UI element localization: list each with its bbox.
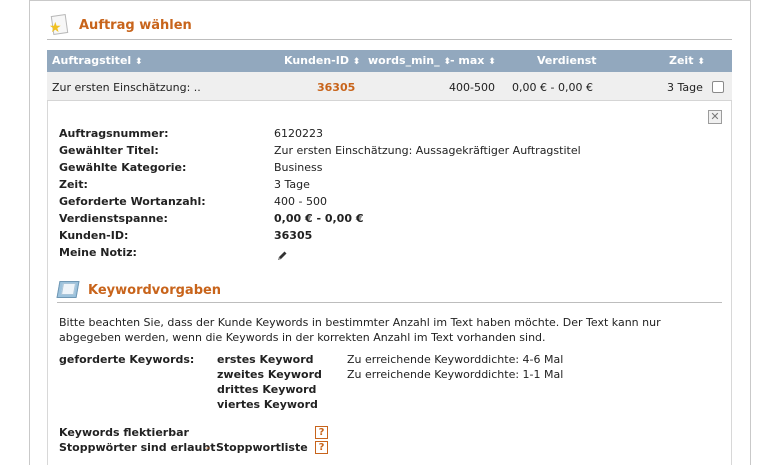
category-label: Gewählte Kategorie: xyxy=(59,161,187,174)
customer-id-link[interactable]: 36305 xyxy=(274,229,312,242)
col-words-max-header[interactable]: - max ⬍ xyxy=(450,54,496,67)
row-words: 400-500 xyxy=(449,81,495,94)
sort-icon: ⬍ xyxy=(488,57,496,67)
sort-icon: ⬍ xyxy=(352,57,361,67)
customer-id-label: Kunden-ID: xyxy=(59,229,129,242)
section-task-title: Auftrag wählen xyxy=(79,17,192,33)
stopword-list-link[interactable]: Stoppwortliste xyxy=(216,441,308,454)
chosen-title-value: Zur ersten Einschätzung: Aussagekräftige… xyxy=(274,144,581,157)
sort-icon: ⬍ xyxy=(697,57,705,67)
row-select-checkbox[interactable] xyxy=(712,81,724,93)
task-icon: ★ xyxy=(49,13,71,37)
keyword-item: viertes Keyword xyxy=(217,398,318,411)
earnings-label: Verdienstspanne: xyxy=(59,212,168,225)
inflectable-label: Keywords flektierbar xyxy=(59,426,189,439)
row-title: Zur ersten Einschätzung: .. xyxy=(52,81,201,94)
col-words-min-header[interactable]: words_min_ ⬍ xyxy=(368,54,451,67)
chosen-title-label: Gewählter Titel: xyxy=(59,144,159,157)
category-value: Business xyxy=(274,161,323,174)
order-number-label: Auftragsnummer: xyxy=(59,127,169,140)
section-keywords-header: Keywordvorgaben xyxy=(56,278,221,302)
col-title-header[interactable]: Auftragstitel ⬍ xyxy=(52,54,143,67)
keywords-intro-text: Bitte beachten Sie, dass der Kunde Keywo… xyxy=(59,316,661,344)
close-details-button[interactable]: ✕ xyxy=(708,110,722,124)
sort-icon: ⬍ xyxy=(135,57,143,67)
order-number-value: 6120223 xyxy=(274,127,323,140)
row-earnings: 0,00 € - 0,00 € xyxy=(512,81,593,94)
section-keywords-title: Keywordvorgaben xyxy=(88,282,222,298)
keyword-book-icon xyxy=(56,278,82,302)
keyword-item: zweites Keyword xyxy=(217,368,322,381)
table-row[interactable]: Zur ersten Einschätzung: .. 36305 400-50… xyxy=(47,72,732,101)
help-stopwords-icon[interactable]: ? xyxy=(315,441,328,454)
help-inflectable-icon[interactable]: ? xyxy=(315,426,328,439)
row-time: 3 Tage xyxy=(667,81,703,94)
section-task-header: ★ Auftrag wählen xyxy=(49,13,192,37)
col-customer-header[interactable]: Kunden-ID ⬍ xyxy=(284,54,360,67)
keyword-item: erstes Keyword xyxy=(217,353,314,366)
section-keywords-divider xyxy=(57,302,722,303)
col-earnings-header: Verdienst xyxy=(537,54,597,67)
keyword-density: Zu erreichende Keyworddichte: 4-6 Mal xyxy=(347,353,564,366)
time-label: Zeit: xyxy=(59,178,88,191)
orders-table-header: Auftragstitel ⬍ Kunden-ID ⬍ words_min_ ⬍… xyxy=(47,50,732,72)
edit-note-pencil-icon[interactable] xyxy=(276,250,288,262)
required-keywords-label: geforderte Keywords: xyxy=(59,353,195,366)
col-time-header[interactable]: Zeit ⬍ xyxy=(669,54,705,67)
stopwords-label: Stoppwörter sind erlaubt xyxy=(59,441,216,454)
earnings-value: 0,00 € - 0,00 € xyxy=(274,212,364,225)
wordcount-value: 400 - 500 xyxy=(274,195,327,208)
keyword-density: Zu erreichende Keyworddichte: 1-1 Mal xyxy=(347,368,564,381)
wordcount-label: Geforderte Wortanzahl: xyxy=(59,195,206,208)
keyword-item: drittes Keyword xyxy=(217,383,317,396)
section-task-divider xyxy=(47,39,732,40)
note-label: Meine Notiz: xyxy=(59,246,137,259)
time-value: 3 Tage xyxy=(274,178,310,191)
row-customer-id[interactable]: 36305 xyxy=(317,81,355,94)
stopwords-dash: - xyxy=(206,441,210,454)
